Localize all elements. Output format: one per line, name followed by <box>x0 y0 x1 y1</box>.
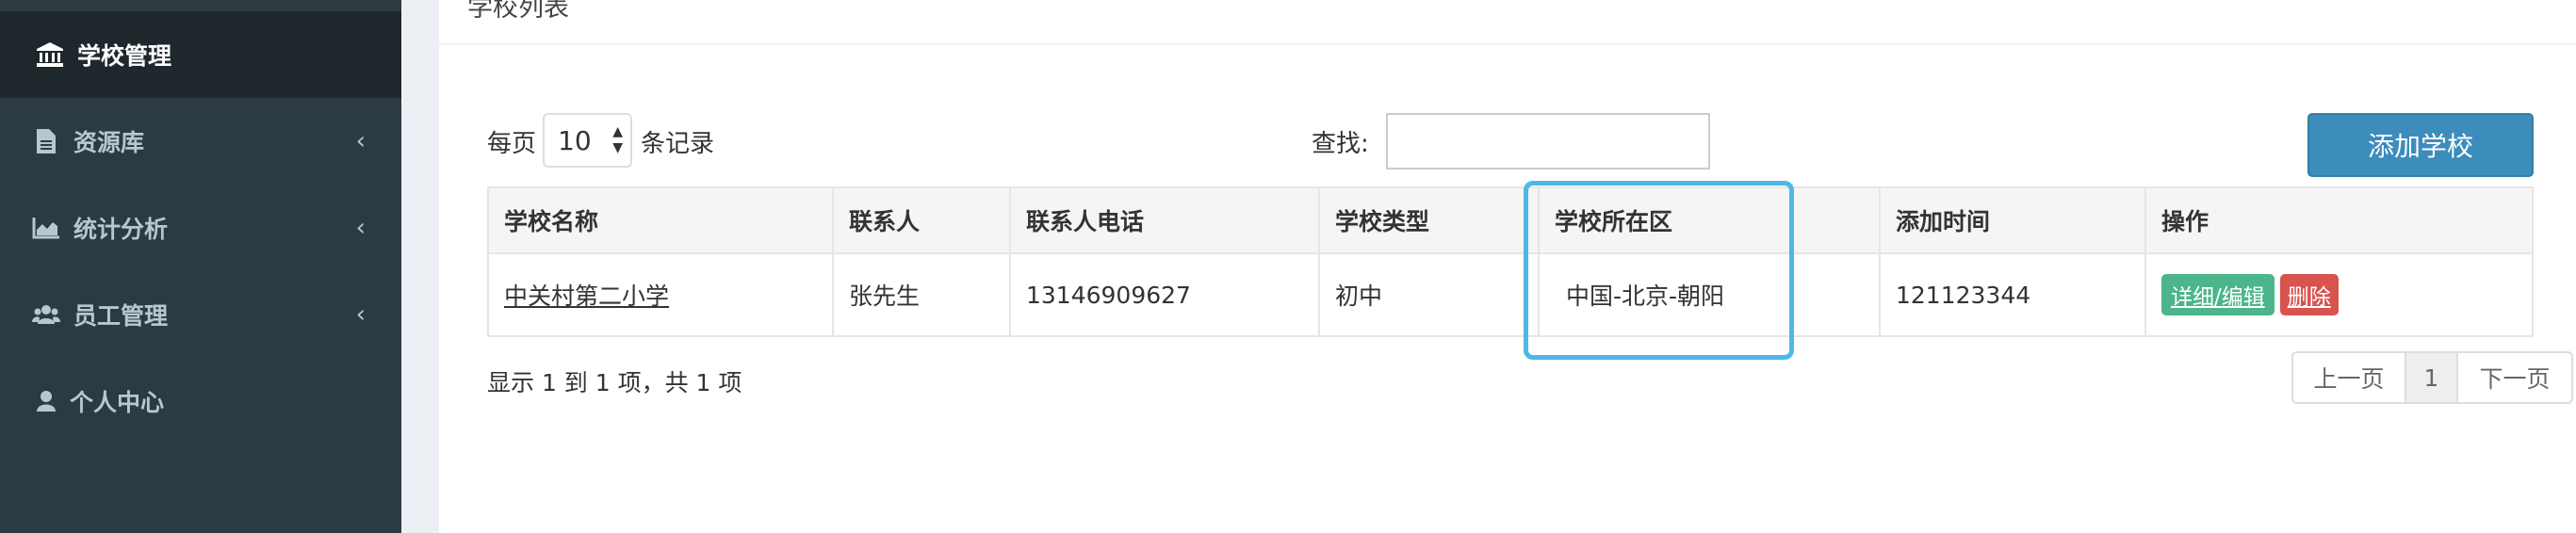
next-page-button[interactable]: 下一页 <box>2458 353 2571 402</box>
column-header-name[interactable]: 学校名称 <box>487 186 834 254</box>
sidebar-item-profile[interactable]: 个人中心 <box>0 358 401 444</box>
per-page-prefix: 每页 <box>487 130 537 158</box>
cell-type: 初中 <box>1318 252 1540 337</box>
search-input[interactable] <box>1386 113 1710 170</box>
school-table: 学校名称 联系人 联系人电话 学校类型 学校所在区 添加时间 操作 中关村第二小… <box>487 186 2534 337</box>
chevron-left-icon: ‹ <box>355 300 366 329</box>
select-arrows-icon: ▲ ▼ <box>612 124 623 155</box>
sidebar-item-label: 学校管理 <box>77 42 172 70</box>
table-header-row: 学校名称 联系人 联系人电话 学校类型 学校所在区 添加时间 操作 <box>487 186 2534 254</box>
area-chart-icon <box>32 214 60 242</box>
column-header-contact[interactable]: 联系人 <box>832 186 1011 254</box>
users-icon <box>32 300 60 329</box>
table-info: 显示 1 到 1 项，共 1 项 <box>487 369 742 396</box>
school-name-link[interactable]: 中关村第二小学 <box>504 283 669 310</box>
edit-button[interactable]: 详细/编辑 <box>2161 274 2274 315</box>
box-header: 学校列表 <box>439 0 2576 45</box>
school-list-box: 学校列表 每页 10 ▲ ▼ 条记录 查找: 添加学校 学校名称 联系人 联系人电… <box>439 0 2576 533</box>
delete-button[interactable]: 删除 <box>2279 274 2339 315</box>
chevron-left-icon: ‹ <box>355 214 366 242</box>
add-school-button[interactable]: 添加学校 <box>2307 113 2534 177</box>
sidebar-item-resources[interactable]: 资源库 ‹ <box>0 98 401 185</box>
cell-contact: 张先生 <box>832 252 1011 337</box>
cell-added-time: 121123344 <box>1879 252 2146 337</box>
app-window: 学校管理 资源库 ‹ 统计分析 ‹ 员工管理 ‹ 个人中心 学校列表 每页 10… <box>0 0 2576 533</box>
per-page-value: 10 <box>558 124 592 156</box>
column-header-phone[interactable]: 联系人电话 <box>1009 186 1320 254</box>
cell-actions: 详细/编辑 删除 <box>2144 252 2534 337</box>
per-page-select[interactable]: 10 ▲ ▼ <box>543 113 632 168</box>
sidebar: 学校管理 资源库 ‹ 统计分析 ‹ 员工管理 ‹ 个人中心 <box>0 0 401 533</box>
sidebar-item-staff[interactable]: 员工管理 ‹ <box>0 271 401 358</box>
file-icon <box>32 127 60 155</box>
cell-school-name: 中关村第二小学 <box>487 252 834 337</box>
highlight-box <box>1524 181 1794 360</box>
bank-icon <box>36 40 64 69</box>
page-1-button[interactable]: 1 <box>2406 353 2458 402</box>
prev-page-button[interactable]: 上一页 <box>2293 353 2406 402</box>
sidebar-item-statistics[interactable]: 统计分析 ‹ <box>0 185 401 271</box>
chevron-left-icon: ‹ <box>355 127 366 155</box>
column-header-actions: 操作 <box>2144 186 2534 254</box>
sidebar-item-label: 资源库 <box>73 129 145 156</box>
table-row: 中关村第二小学 张先生 13146909627 初中 中国-北京-朝阳 1211… <box>487 252 2534 337</box>
search-label: 查找: <box>1312 130 1369 158</box>
sidebar-item-label: 员工管理 <box>73 302 169 330</box>
column-header-type[interactable]: 学校类型 <box>1318 186 1540 254</box>
sidebar-item-label: 统计分析 <box>73 216 169 243</box>
sidebar-item-school-management[interactable]: 学校管理 <box>0 11 401 98</box>
box-title: 学校列表 <box>467 0 569 23</box>
column-header-added[interactable]: 添加时间 <box>1879 186 2146 254</box>
user-icon <box>32 387 60 415</box>
main-content: 学校列表 每页 10 ▲ ▼ 条记录 查找: 添加学校 学校名称 联系人 联系人电… <box>401 0 2576 533</box>
cell-phone: 13146909627 <box>1009 252 1320 337</box>
sidebar-item-label: 个人中心 <box>70 389 165 416</box>
pagination: 上一页 1 下一页 <box>2291 351 2573 404</box>
per-page-suffix: 条记录 <box>641 130 715 158</box>
